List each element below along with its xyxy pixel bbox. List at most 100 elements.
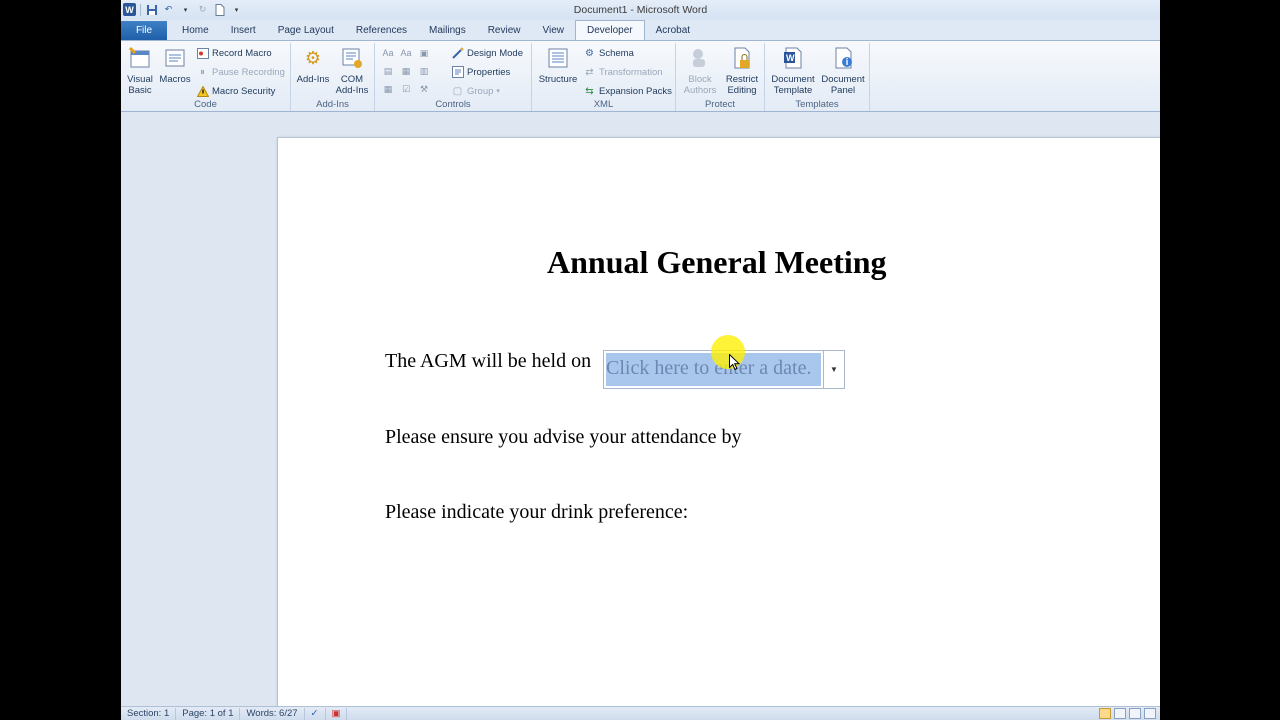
document-template-label-2: Template: [773, 85, 813, 96]
tab-file[interactable]: File: [121, 21, 167, 40]
document-template-icon: W: [780, 45, 806, 71]
record-macro-button[interactable]: Record Macro: [196, 45, 272, 61]
com-add-ins-label-1: COM: [340, 74, 364, 85]
document-panel-label-1: Document: [821, 74, 865, 85]
word-window: W ↶ ▾ ↻ ▾ Document1 - Microsoft Word Fil…: [121, 0, 1160, 720]
web-layout-view-icon[interactable]: [1129, 708, 1141, 719]
legacy-tools-icon[interactable]: ⚒: [417, 82, 431, 96]
design-mode-label: Design Mode: [467, 47, 523, 59]
paragraph-attendance[interactable]: Please ensure you advise your attendance…: [385, 426, 742, 449]
block-authors-label-2: Authors: [683, 85, 717, 96]
title-bar: W ↶ ▾ ↻ ▾ Document1 - Microsoft Word: [121, 0, 1160, 20]
group-xml: Structure ⚙ Schema ⇄ Transformation ⇆ Ex…: [532, 43, 676, 111]
visual-basic-label: Visual Basic: [127, 74, 153, 96]
chevron-down-icon: ▾: [496, 88, 500, 95]
add-ins-label: Add-Ins: [296, 74, 330, 85]
full-screen-reading-view-icon[interactable]: [1114, 708, 1126, 719]
gear-icon: ⚙: [304, 47, 322, 68]
com-add-ins-icon: [339, 45, 365, 71]
block-authors-button[interactable]: Block Authors: [680, 45, 720, 96]
status-words[interactable]: Words: 6/27: [240, 707, 305, 720]
tab-review[interactable]: Review: [477, 21, 532, 40]
document-template-label-1: Document: [771, 74, 815, 85]
group-button[interactable]: ▢ Group ▾: [451, 83, 500, 99]
schema-button[interactable]: ⚙ Schema: [583, 45, 634, 61]
tab-insert[interactable]: Insert: [220, 21, 267, 40]
date-dropdown-button[interactable]: ▼: [823, 351, 844, 388]
ribbon-tabs: File Home Insert Page Layout References …: [121, 20, 1160, 40]
expansion-packs-label: Expansion Packs: [599, 85, 672, 97]
design-mode-button[interactable]: Design Mode: [451, 45, 523, 61]
status-section[interactable]: Section: 1: [121, 707, 177, 720]
date-picker-control-icon[interactable]: ▦: [381, 82, 395, 96]
macro-recording-icon[interactable]: ▣: [326, 707, 348, 720]
paragraph-drink[interactable]: Please indicate your drink preference:: [385, 501, 688, 524]
paragraph-agm-date[interactable]: The AGM will be held on: [385, 350, 591, 373]
com-add-ins-button[interactable]: COM Add-Ins: [333, 45, 371, 96]
date-placeholder[interactable]: Click here to enter a date.: [606, 357, 811, 380]
document-template-button[interactable]: W Document Template: [769, 45, 817, 96]
tab-acrobat[interactable]: Acrobat: [645, 21, 701, 40]
visual-basic-icon: [127, 45, 153, 71]
tab-developer[interactable]: Developer: [575, 20, 645, 40]
com-add-ins-label-2: Add-Ins: [335, 85, 369, 96]
group-label-controls: Controls: [435, 99, 471, 110]
document-area[interactable]: Annual General Meeting The AGM will be h…: [121, 113, 1160, 720]
document-heading[interactable]: Annual General Meeting: [547, 244, 887, 281]
check-box-control-icon[interactable]: ☑: [399, 82, 413, 96]
transformation-icon: ⇄: [585, 66, 594, 78]
document-panel-icon: [830, 45, 856, 71]
macros-button[interactable]: Macros: [159, 45, 191, 85]
pause-recording-label: Pause Recording: [212, 66, 285, 78]
group-label: Group: [467, 85, 494, 97]
plain-text-control-icon[interactable]: Aa: [399, 46, 413, 60]
record-macro-label: Record Macro: [212, 47, 272, 59]
macro-security-button[interactable]: Macro Security: [196, 83, 275, 99]
window-title: Document1 - Microsoft Word: [573, 4, 708, 16]
group-label-protect: Protect: [704, 99, 736, 110]
group-controls: Aa Aa ▣ ▤ ▦ ▥ ▦ ☑ ⚒ Design Mode Properti…: [375, 43, 532, 111]
svg-text:W: W: [786, 53, 795, 63]
pause-recording-button[interactable]: ⏸ Pause Recording: [196, 64, 285, 80]
expansion-packs-icon: ⇆: [585, 85, 594, 97]
properties-button[interactable]: Properties: [451, 64, 510, 80]
mouse-pointer-icon: [729, 354, 740, 370]
group-add-ins: ⚙ Add-Ins COM Add-Ins Add-Ins: [291, 43, 375, 111]
combo-box-control-icon[interactable]: ▦: [399, 64, 413, 78]
group-label-templates: Templates: [795, 99, 839, 110]
structure-label: Structure: [538, 74, 578, 85]
warning-icon: [196, 85, 209, 98]
group-label-code: Code: [194, 99, 217, 110]
ribbon: Visual Basic Macros Record Macro ⏸ Pause…: [121, 40, 1160, 112]
schema-icon: ⚙: [585, 47, 594, 59]
properties-icon: [451, 66, 464, 79]
group-icon: ▢: [452, 85, 463, 97]
rich-text-control-icon[interactable]: Aa: [381, 46, 395, 60]
proofing-icon[interactable]: ✓: [305, 707, 326, 720]
tab-mailings[interactable]: Mailings: [418, 21, 477, 40]
document-page[interactable]: Annual General Meeting The AGM will be h…: [277, 137, 1160, 720]
tab-home[interactable]: Home: [171, 21, 220, 40]
status-page[interactable]: Page: 1 of 1: [176, 707, 241, 720]
structure-icon: [545, 45, 571, 71]
design-mode-icon: [451, 47, 464, 60]
transformation-button[interactable]: ⇄ Transformation: [583, 64, 663, 80]
tab-references[interactable]: References: [345, 21, 418, 40]
status-bar: Section: 1 Page: 1 of 1 Words: 6/27 ✓ ▣: [121, 706, 1160, 720]
building-block-control-icon[interactable]: ▤: [381, 64, 395, 78]
picture-control-icon[interactable]: ▣: [417, 46, 431, 60]
tab-view[interactable]: View: [532, 21, 576, 40]
print-layout-view-icon[interactable]: [1099, 708, 1111, 719]
visual-basic-button[interactable]: Visual Basic: [125, 45, 155, 96]
drop-down-control-icon[interactable]: ▥: [417, 64, 431, 78]
add-ins-button[interactable]: ⚙ Add-Ins: [295, 45, 331, 86]
expansion-packs-button[interactable]: ⇆ Expansion Packs: [583, 83, 672, 99]
structure-button[interactable]: Structure: [536, 45, 580, 85]
macro-security-label: Macro Security: [212, 85, 276, 97]
restrict-editing-button[interactable]: Restrict Editing: [722, 45, 762, 96]
tab-page-layout[interactable]: Page Layout: [267, 21, 345, 40]
document-panel-button[interactable]: Document Panel: [819, 45, 867, 96]
transformation-label: Transformation: [599, 66, 663, 78]
group-label-add-ins: Add-Ins: [316, 99, 349, 110]
outline-view-icon[interactable]: [1144, 708, 1156, 719]
